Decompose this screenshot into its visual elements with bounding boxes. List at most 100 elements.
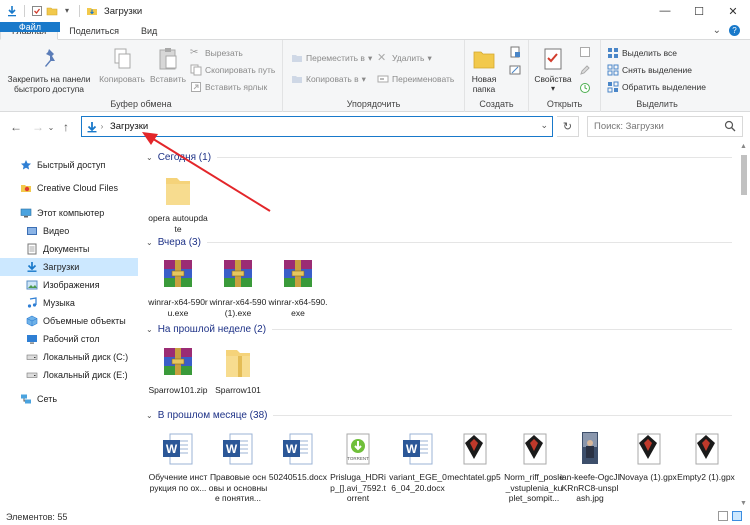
sidebar-item-network[interactable]: Сеть <box>0 390 138 408</box>
delete-button[interactable]: ✕ Удалить ▾ <box>377 52 432 64</box>
sidebar-item-pictures[interactable]: Изображения <box>0 276 138 294</box>
new-item-icon[interactable] <box>509 46 521 58</box>
paste-button[interactable]: Вставить <box>146 46 190 84</box>
invert-selection-icon <box>607 81 619 93</box>
sidebar-item-drive-c[interactable]: Локальный диск (C:) <box>0 348 138 366</box>
copy-to-button[interactable]: Копировать в ▾ <box>291 73 366 85</box>
history-icon[interactable] <box>579 82 591 94</box>
collapse-chevron-icon[interactable]: ⌄ <box>146 153 153 162</box>
guitar-pro-icon <box>637 433 661 465</box>
delete-x-icon: ✕ <box>377 52 387 64</box>
minimize-button[interactable]: — <box>648 0 682 22</box>
file-item[interactable]: ian-keefe-OgcJIKRnRC8-unsplash.jpg <box>560 429 620 504</box>
tab-view[interactable]: Вид <box>130 22 168 39</box>
tab-file[interactable]: Файл <box>0 22 60 32</box>
image-file-icon <box>582 432 598 464</box>
refresh-button[interactable]: ↻ <box>557 116 579 137</box>
file-item[interactable]: mechtatel.gp5 <box>444 429 504 483</box>
collapse-ribbon-icon[interactable]: ⌄ <box>713 25 721 36</box>
move-to-button[interactable]: Переместить в ▾ <box>291 52 372 64</box>
file-item[interactable]: Novaya (1).gpx <box>618 429 678 483</box>
collapse-chevron-icon[interactable]: ⌄ <box>146 411 153 420</box>
new-folder-icon[interactable] <box>46 5 58 17</box>
pin-icon <box>45 49 55 67</box>
group-header-yesterday[interactable]: ⌄ Вчера (3) <box>142 234 732 250</box>
help-icon[interactable]: ? <box>729 25 740 36</box>
select-none-button[interactable]: Снять выделение <box>607 64 692 76</box>
easy-access-icon[interactable] <box>509 64 521 76</box>
file-item[interactable]: winrar-x64-590ru.exe <box>148 254 208 318</box>
group-header-last-week[interactable]: ⌄ На прошлой неделе (2) <box>142 321 732 337</box>
file-item[interactable]: Norm_riff_posle_vstuplenia_kuplet_sompit… <box>504 429 564 504</box>
close-button[interactable]: ✕ <box>716 0 750 22</box>
file-item[interactable]: W variant_EGE_06_04_20.docx <box>388 429 448 493</box>
file-item[interactable]: TORRENT Prisluga_HDRip_[].avi_7592.torre… <box>328 429 388 504</box>
back-arrow-icon[interactable]: ← <box>8 120 24 134</box>
address-dropdown-icon[interactable]: ⌄ <box>540 120 548 131</box>
sidebar-item-creative-cloud[interactable]: Creative Cloud Files <box>0 179 138 197</box>
sidebar-item-desktop[interactable]: Рабочий стол <box>0 330 138 348</box>
sidebar-item-documents[interactable]: Документы <box>0 240 138 258</box>
properties-check-icon[interactable] <box>31 5 43 17</box>
group-header-last-month[interactable]: ⌄ В прошлом месяце (38) <box>142 407 732 423</box>
scroll-down-icon[interactable]: ▼ <box>740 500 747 507</box>
svg-text:W: W <box>166 442 178 456</box>
refresh-icon: ↻ <box>562 121 573 133</box>
address-path[interactable]: Загрузки <box>110 121 148 132</box>
paste-shortcut-button[interactable]: Вставить ярлык <box>190 81 267 93</box>
search-input[interactable]: Поиск: Загрузки <box>587 116 743 137</box>
copy-button[interactable]: Копировать <box>96 46 148 84</box>
scroll-thumb[interactable] <box>741 155 747 195</box>
select-all-icon <box>608 48 618 58</box>
collapse-chevron-icon[interactable]: ⌄ <box>146 238 153 247</box>
open-icon[interactable] <box>579 46 591 58</box>
sidebar-item-music[interactable]: Музыка <box>0 294 138 312</box>
invert-selection-button[interactable]: Обратить выделение <box>607 81 706 93</box>
rename-button[interactable]: Переименовать <box>377 73 454 85</box>
large-icons-view-icon[interactable] <box>732 511 742 521</box>
sidebar-item-this-pc[interactable]: Этот компьютер <box>0 204 138 222</box>
search-icon <box>724 120 736 132</box>
file-item[interactable]: winrar-x64-590 (1).exe <box>208 254 268 318</box>
recent-locations-icon[interactable]: ⌄ <box>46 123 56 132</box>
sidebar-item-downloads[interactable]: Загрузки <box>0 258 138 276</box>
address-bar[interactable]: › Загрузки ⌄ <box>81 116 553 137</box>
up-arrow-icon[interactable]: ↑ <box>58 120 74 134</box>
new-folder-button[interactable]: Новая папка <box>469 46 499 94</box>
file-item[interactable]: Sparrow101 <box>208 342 268 396</box>
guitar-pro-icon <box>463 433 487 465</box>
collapse-chevron-icon[interactable]: ⌄ <box>146 325 153 334</box>
file-item[interactable]: Sparrow101.zip <box>148 342 208 396</box>
select-all-button[interactable]: Выделить все <box>607 47 677 59</box>
winrar-icon <box>164 260 192 287</box>
tab-share[interactable]: Поделиться <box>58 22 130 39</box>
scroll-up-icon[interactable]: ▲ <box>740 143 747 150</box>
sidebar-item-video[interactable]: Видео <box>0 222 138 240</box>
maximize-button[interactable]: ☐ <box>682 0 716 22</box>
file-item[interactable]: Empty2 (1).gpx <box>676 429 736 483</box>
customize-quick-access-icon[interactable]: ▾ <box>61 5 73 17</box>
file-item[interactable]: W Обучение инструкция по ох... <box>148 429 208 493</box>
paste-icon <box>159 48 177 70</box>
pin-to-quick-access-button[interactable]: Закрепить на панели быстрого доступа <box>4 46 94 94</box>
group-header-today[interactable]: ⌄ Сегодня (1) <box>142 149 732 165</box>
file-item[interactable]: W 50240515.docx <box>268 429 328 483</box>
breadcrumb-chevron-icon[interactable]: › <box>98 122 106 131</box>
sidebar-item-3d-objects[interactable]: Объемные объекты <box>0 312 138 330</box>
file-item[interactable]: opera autoupdate <box>148 170 208 234</box>
drive-icon <box>26 354 38 360</box>
sidebar-item-quick-access[interactable]: Быстрый доступ <box>0 156 138 174</box>
forward-arrow-icon[interactable]: → <box>30 120 46 134</box>
sidebar-item-drive-e[interactable]: Локальный диск (E:) <box>0 366 138 384</box>
cut-button[interactable]: ✂ Вырезать <box>190 47 243 59</box>
copy-path-button[interactable]: Скопировать путь <box>190 64 275 76</box>
drive-icon <box>26 372 38 378</box>
3d-objects-icon <box>26 315 38 327</box>
properties-button[interactable]: Свойства ▾ <box>531 46 575 94</box>
details-view-icon[interactable] <box>718 511 728 521</box>
svg-text:TORRENT: TORRENT <box>347 456 369 461</box>
file-item[interactable]: W Правовые основы и основные понятия... <box>208 429 268 504</box>
file-item[interactable]: winrar-x64-590.exe <box>268 254 328 318</box>
edit-icon[interactable] <box>579 64 591 76</box>
vertical-scrollbar[interactable]: ▲ ▼ <box>738 141 750 509</box>
